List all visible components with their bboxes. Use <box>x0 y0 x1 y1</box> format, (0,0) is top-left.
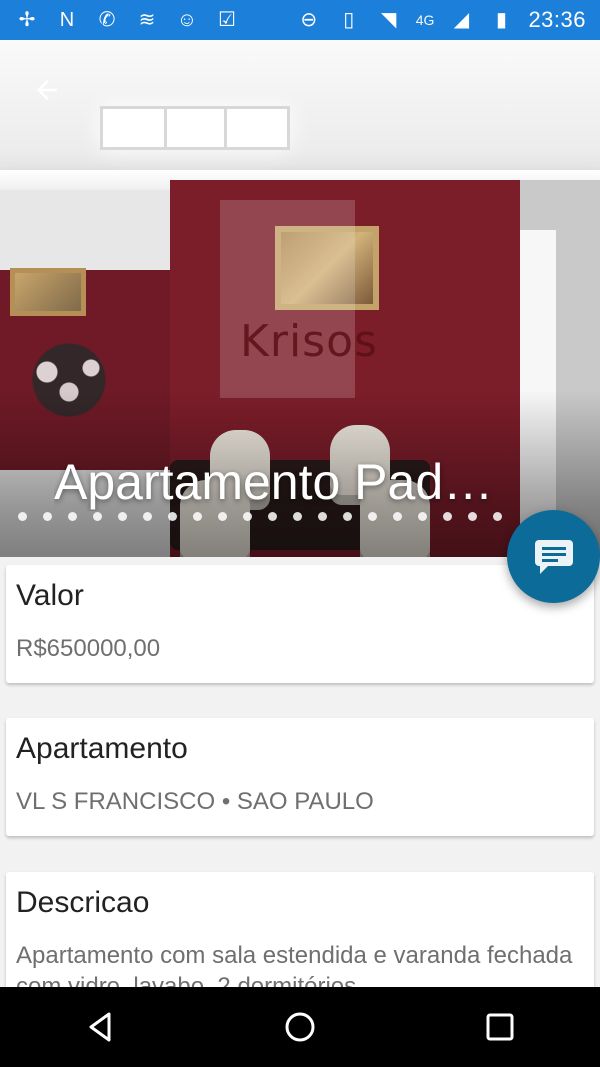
checkbox-icon: ☑ <box>218 9 236 31</box>
photo-pager-dots[interactable] <box>18 512 502 521</box>
pager-dot[interactable] <box>93 512 102 521</box>
watermark-logo: Krisos <box>240 316 378 367</box>
pinwheel-icon: ✢ <box>18 9 36 31</box>
pager-dot[interactable] <box>168 512 177 521</box>
price-value: R$650000,00 <box>16 635 161 662</box>
pager-dot[interactable] <box>393 512 402 521</box>
pager-dot[interactable] <box>243 512 252 521</box>
pager-dot[interactable] <box>293 512 302 521</box>
notification-icons: ✢ N ✆ ≋ ☺ ☑ <box>14 7 240 33</box>
nav-back-button[interactable] <box>60 987 140 1067</box>
pager-dot[interactable] <box>443 512 452 521</box>
pager-dot[interactable] <box>118 512 127 521</box>
android-robot-icon: ☺ <box>176 9 198 31</box>
property-type-title: Apartamento <box>16 732 188 765</box>
wifi-icon: ◥ <box>381 9 397 31</box>
price-card-title: Valor <box>16 579 84 612</box>
property-photo[interactable]: Krisos Apartamento Pad… <box>0 40 600 557</box>
arrow-left-icon <box>37 80 57 100</box>
back-button[interactable] <box>24 70 70 110</box>
pager-dot[interactable] <box>318 512 327 521</box>
recents-square-icon <box>486 1013 514 1041</box>
home-circle-icon <box>285 1012 315 1042</box>
pager-dot[interactable] <box>418 512 427 521</box>
clock: 23:36 <box>528 7 586 32</box>
network-type-label: 4G <box>415 12 435 28</box>
pager-dot[interactable] <box>493 512 502 521</box>
pager-dot[interactable] <box>193 512 202 521</box>
pager-dot[interactable] <box>18 512 27 521</box>
chat-icon <box>534 539 573 574</box>
watermark-box <box>220 200 355 398</box>
whatsapp-icon: ✆ <box>98 9 116 31</box>
pager-dot[interactable] <box>268 512 277 521</box>
system-navigation-bar <box>0 987 600 1067</box>
n-logo-icon: N <box>59 9 75 31</box>
system-icons: ⊖ ▯ ◥ 4G ◢ ▮ 23:36 <box>296 7 586 33</box>
photo-ceiling-light <box>100 106 290 150</box>
nav-home-button[interactable] <box>260 987 340 1067</box>
page-title: Apartamento Pad… <box>54 454 494 510</box>
pager-dot[interactable] <box>143 512 152 521</box>
pager-dot[interactable] <box>468 512 477 521</box>
pager-dot[interactable] <box>43 512 52 521</box>
signal-waves-icon: ≋ <box>138 9 156 31</box>
pager-dot[interactable] <box>368 512 377 521</box>
chat-fab-button[interactable] <box>507 510 600 603</box>
pager-dot[interactable] <box>68 512 77 521</box>
photo-painting-small <box>10 268 86 316</box>
property-type-card: Apartamento VL S FRANCISCO • SAO PAULO <box>6 718 594 836</box>
pager-dot[interactable] <box>343 512 352 521</box>
price-card: Valor R$650000,00 <box>6 565 594 683</box>
back-triangle-icon <box>89 1012 111 1042</box>
description-title: Descricao <box>16 886 150 919</box>
battery-icon: ▮ <box>495 9 507 31</box>
nav-recents-button[interactable] <box>460 987 540 1067</box>
vibrate-icon: ▯ <box>343 9 355 31</box>
do-not-disturb-icon: ⊖ <box>300 9 318 31</box>
property-location: VL S FRANCISCO • SAO PAULO <box>16 788 374 815</box>
cell-signal-icon: ◢ <box>453 9 470 31</box>
pager-dot[interactable] <box>218 512 227 521</box>
status-bar: ✢ N ✆ ≋ ☺ ☑ ⊖ ▯ ◥ 4G ◢ ▮ 23:36 <box>0 0 600 40</box>
